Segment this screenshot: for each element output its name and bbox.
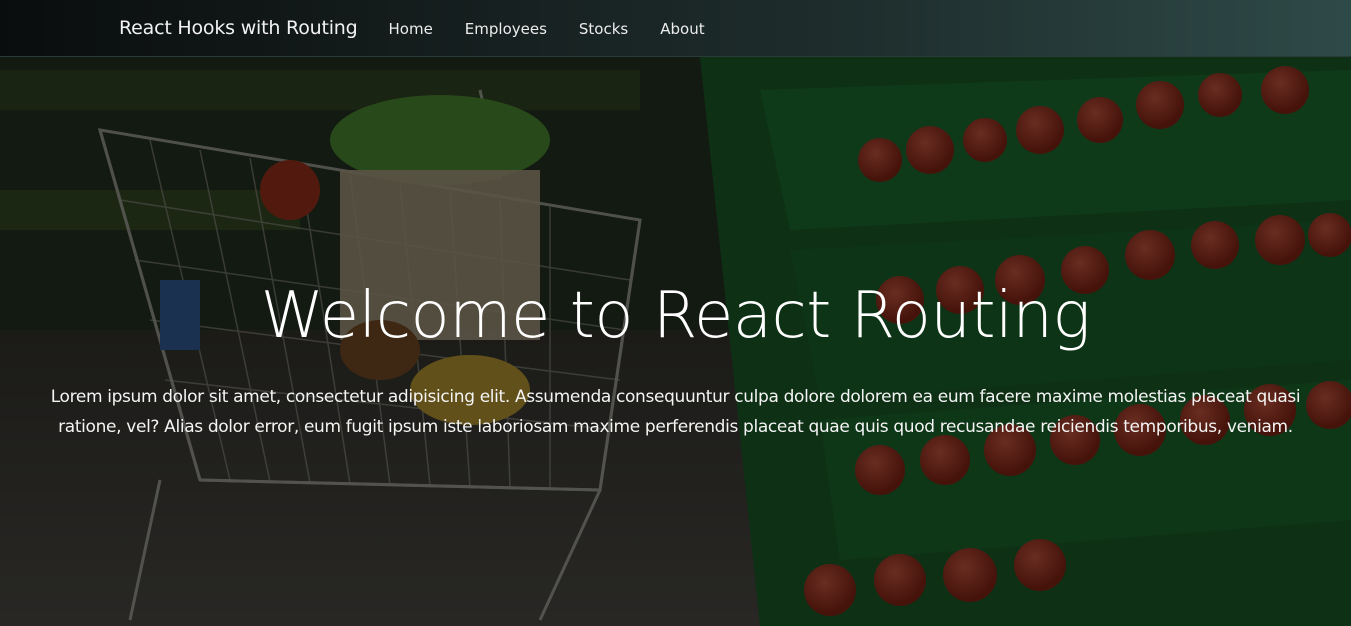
nav-link-home[interactable]: Home [389, 20, 433, 38]
nav-item-about: About [660, 19, 736, 38]
hero-title: Welcome to React Routing [260, 279, 1091, 353]
navbar-brand[interactable]: React Hooks with Routing [119, 17, 358, 39]
nav-item-stocks: Stocks [579, 19, 660, 38]
nav-item-employees: Employees [465, 19, 579, 38]
nav-link-about[interactable]: About [660, 20, 704, 38]
nav-links: Home Employees Stocks About [389, 19, 737, 38]
top-navbar: React Hooks with Routing Home Employees … [0, 0, 1351, 57]
nav-link-employees[interactable]: Employees [465, 20, 547, 38]
nav-item-home: Home [389, 19, 465, 38]
app-page: React Hooks with Routing Home Employees … [0, 0, 1351, 626]
hero-description: Lorem ipsum dolor sit amet, consectetur … [50, 387, 1301, 437]
hero-section: Welcome to React Routing Lorem ipsum dol… [0, 0, 1351, 626]
nav-link-stocks[interactable]: Stocks [579, 20, 628, 38]
